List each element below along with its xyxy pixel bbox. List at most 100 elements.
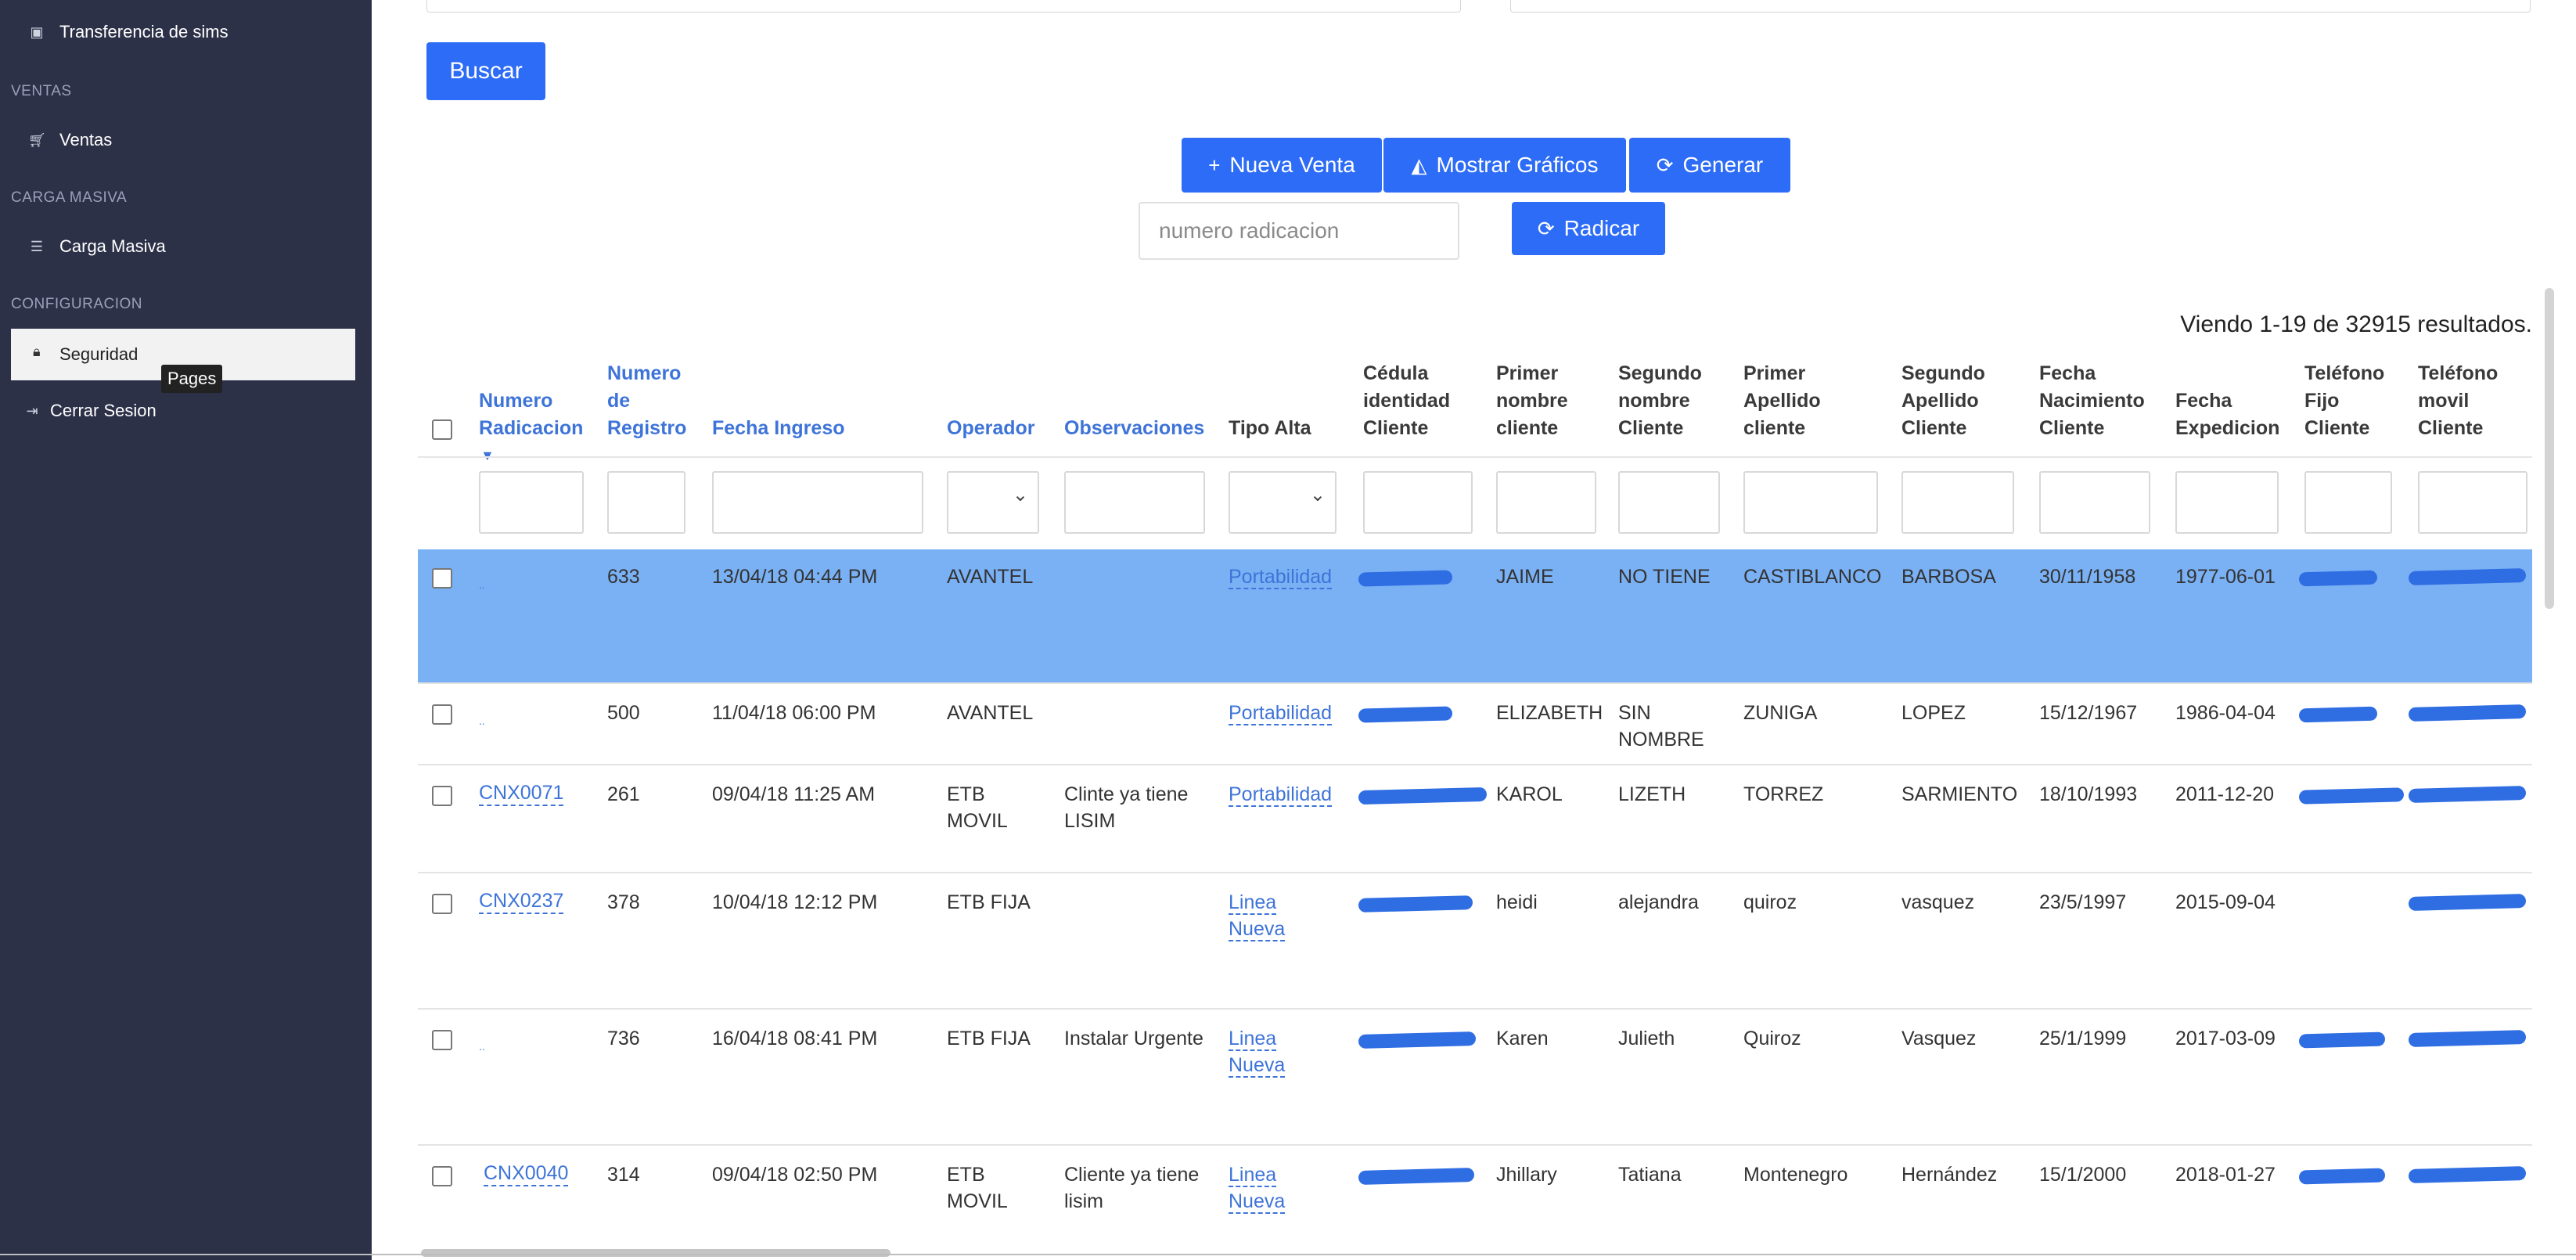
cell-fecha-nacimiento: 18/10/1993	[2039, 783, 2138, 805]
cell-tipo-alta[interactable]: Portabilidad	[1229, 563, 1333, 590]
column-header-text: Segundo	[1618, 362, 1702, 384]
sidebar-item-carga-masiva[interactable]: ☰ Carga Masiva	[28, 236, 166, 257]
tipo-alta-link[interactable]: Linea Nueva	[1229, 1028, 1286, 1078]
cell-tipo-alta[interactable]: Linea Nueva	[1229, 889, 1315, 942]
column-header-text: cliente	[1743, 417, 1806, 439]
column-header-text: Cliente	[2039, 417, 2105, 439]
tipo-alta-link[interactable]: Linea Nueva	[1229, 891, 1286, 941]
filter-segundo-nombre-input[interactable]	[1618, 471, 1720, 534]
cell-fecha-ingreso: 10/04/18 12:12 PM	[712, 891, 878, 913]
cell-primer-nombre: Karen	[1496, 1028, 1549, 1049]
redaction-mark	[2408, 894, 2527, 911]
column-header-fecha-ingreso[interactable]: Fecha Ingreso	[712, 415, 845, 442]
row-divider	[418, 872, 2532, 873]
radicar-button[interactable]: ⟳ Radicar	[1512, 202, 1665, 255]
cell-numero-registro: 500	[607, 702, 640, 724]
filter-telefono-movil-input[interactable]	[2418, 471, 2527, 534]
buscar-label: Buscar	[449, 58, 523, 84]
generar-button[interactable]: ⟳ Generar	[1629, 138, 1790, 193]
cell-primer-apellido: Montenegro	[1743, 1164, 1848, 1186]
column-header-text: Fecha Ingreso	[712, 417, 845, 439]
filter-numero-radicacion-input[interactable]	[479, 471, 584, 534]
row-checkbox[interactable]	[432, 704, 452, 725]
list-icon: ☰	[30, 238, 44, 254]
select-all-checkbox[interactable]	[432, 419, 452, 440]
filter-numero-registro-input[interactable]	[607, 471, 685, 534]
column-header-telefono-fijo: Teléfono Fijo Cliente	[2304, 360, 2384, 442]
column-header-text: identidad	[1363, 390, 1451, 412]
filter-primer-nombre-input[interactable]	[1496, 471, 1596, 534]
cell-operador: AVANTEL	[947, 566, 1034, 588]
sidebar-item-cerrar-sesion[interactable]: ⇥ Cerrar Sesion	[23, 401, 156, 421]
filter-fecha-ingreso-input[interactable]	[712, 471, 923, 534]
tipo-alta-link[interactable]: Portabilidad	[1229, 783, 1333, 807]
row-checkbox[interactable]	[432, 568, 452, 589]
cell-tipo-alta[interactable]: Linea Nueva	[1229, 1161, 1315, 1215]
column-header-text: Primer	[1496, 362, 1559, 384]
cell-segundo-nombre: SIN NOMBRE	[1618, 702, 1704, 751]
cell-fecha-nacimiento: 25/1/1999	[2039, 1028, 2127, 1049]
column-header-text: Segundo	[1901, 362, 1985, 384]
tooltip: Pages	[161, 365, 223, 393]
area-chart-icon: ◭	[1411, 153, 1427, 177]
filter-segundo-apellido-input[interactable]	[1901, 471, 2014, 534]
filter-field-right[interactable]	[1510, 0, 2531, 13]
filter-primer-apellido-input[interactable]	[1743, 471, 1878, 534]
column-header-segundo-apellido: Segundo Apellido Cliente	[1901, 360, 1985, 442]
filter-observaciones-input[interactable]	[1064, 471, 1205, 534]
cell-numero-radicacion[interactable]: CNX0071	[479, 781, 564, 806]
cell-primer-apellido: Quiroz	[1743, 1028, 1801, 1049]
numero-radicacion-input[interactable]	[1139, 202, 1459, 260]
cell-tipo-alta[interactable]: Portabilidad	[1229, 700, 1333, 726]
redaction-mark	[2408, 1166, 2527, 1183]
row-checkbox[interactable]	[432, 786, 452, 806]
nueva-venta-button[interactable]: + Nueva Venta	[1182, 138, 1382, 193]
filter-field-left[interactable]	[426, 0, 1461, 13]
filter-cedula-input[interactable]	[1363, 471, 1473, 534]
sidebar-item-ventas[interactable]: 🛒︎ Ventas	[28, 130, 112, 150]
filter-fecha-nacimiento-input[interactable]	[2039, 471, 2150, 534]
cell-operador: ETB MOVIL	[947, 1164, 1008, 1212]
mostrar-graficos-button[interactable]: ◭ Mostrar Gráficos	[1383, 138, 1626, 193]
cart-icon: 🛒︎	[28, 131, 46, 148]
vertical-scrollbar[interactable]	[2545, 288, 2554, 609]
tipo-alta-link[interactable]: Portabilidad	[1229, 566, 1333, 589]
row-checkbox[interactable]	[432, 1030, 452, 1050]
column-header-operador[interactable]: Operador	[947, 415, 1035, 442]
section-header-ventas: VENTAS	[11, 83, 72, 99]
refresh-icon: ⟳	[1537, 216, 1555, 240]
cell-operador: ETB FIJA	[947, 1028, 1031, 1049]
row-checkbox[interactable]	[432, 894, 452, 914]
results-summary: Viendo 1-19 de 32915 resultados.	[2180, 311, 2532, 337]
redaction-mark	[1358, 1031, 1477, 1049]
cell-fecha-ingreso: 09/04/18 11:25 AM	[712, 783, 876, 805]
row-checkbox[interactable]	[432, 1166, 452, 1186]
filter-tipo-alta-select[interactable]	[1229, 471, 1337, 534]
column-header-cedula: Cédula identidad Cliente	[1363, 360, 1450, 442]
tipo-alta-link[interactable]: Linea Nueva	[1229, 1164, 1286, 1214]
cell-primer-apellido: CASTIBLANCO	[1743, 566, 1882, 588]
cell-tipo-alta[interactable]: Linea Nueva	[1229, 1025, 1315, 1078]
sidebar-item-transferencia[interactable]: ▣ Transferencia de sims	[28, 22, 228, 42]
cell-primer-apellido: TORREZ	[1743, 783, 1824, 805]
filter-telefono-fijo-input[interactable]	[2304, 471, 2392, 534]
column-header-text: Operador	[947, 417, 1035, 439]
column-header-observaciones[interactable]: Observaciones	[1064, 415, 1204, 442]
radicar-label: Radicar	[1563, 216, 1640, 240]
column-header-text: Cliente	[2304, 417, 2370, 439]
tipo-alta-link[interactable]: Portabilidad	[1229, 702, 1333, 725]
cell-primer-nombre: Jhillary	[1496, 1164, 1557, 1186]
cell-tipo-alta[interactable]: Portabilidad	[1229, 781, 1333, 808]
redaction-mark	[1358, 1168, 1475, 1185]
filter-fecha-expedicion-input[interactable]	[2175, 471, 2279, 534]
cell-numero-registro: 736	[607, 1028, 640, 1049]
column-header-text: cliente	[1496, 417, 1559, 439]
cell-numero-radicacion[interactable]: CNX0237	[479, 889, 564, 914]
buscar-button[interactable]: Buscar	[426, 42, 545, 100]
cell-operador: ETB FIJA	[947, 891, 1031, 913]
horizontal-scrollbar[interactable]	[421, 1249, 890, 1257]
column-header-numero-registro[interactable]: Numero de Registro	[607, 360, 686, 442]
filter-operador-select[interactable]	[947, 471, 1039, 534]
cell-numero-radicacion[interactable]: CNX0040	[484, 1161, 569, 1186]
row-divider	[418, 764, 2532, 765]
